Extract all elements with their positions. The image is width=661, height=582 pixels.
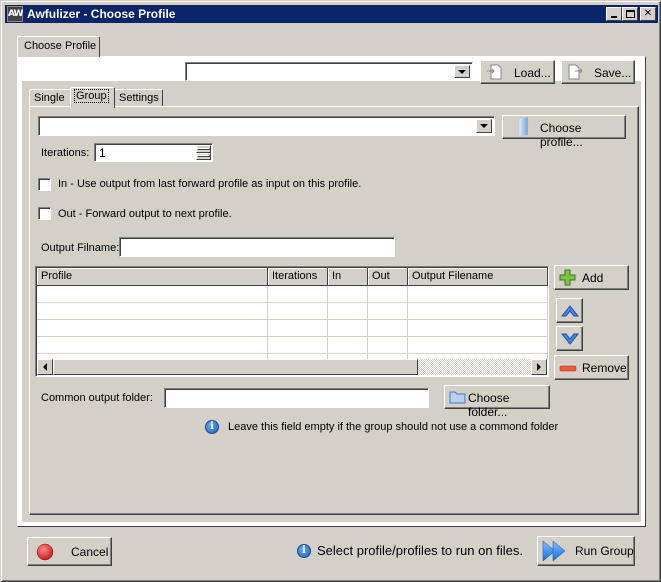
iterations-label: Iterations:	[41, 147, 90, 159]
profile-document-icon	[518, 117, 529, 137]
spin-down-icon	[197, 155, 210, 158]
arrow-down-icon	[560, 333, 579, 345]
tab-choose-profile[interactable]: Choose Profile	[17, 36, 100, 57]
add-button[interactable]: Add	[554, 265, 629, 290]
tab-single-label: Single	[34, 92, 65, 104]
profile-select[interactable]	[185, 62, 473, 81]
window-title: Awfulizer - Choose Profile	[27, 7, 176, 21]
plus-icon	[559, 269, 576, 286]
group-profile-dropdown-button[interactable]	[476, 119, 492, 133]
load-button[interactable]: Load...	[480, 60, 555, 84]
app-logo-icon: AW	[7, 6, 24, 22]
status-message: i Select profile/profiles to run on file…	[297, 543, 523, 558]
run-group-label: Run Group	[575, 544, 634, 558]
common-folder-hint-text: Leave this field empty if the group shou…	[228, 421, 559, 433]
out-checkbox-label: Out - Forward output to next profile.	[58, 208, 232, 220]
iterations-increment-button[interactable]	[196, 145, 211, 153]
tab-group[interactable]: Group	[70, 87, 115, 108]
info-icon: i	[297, 543, 311, 558]
load-label: Load...	[514, 66, 551, 80]
remove-button[interactable]: Remove	[554, 355, 629, 380]
output-filename-label: Output Filname:	[41, 242, 120, 254]
arrow-right-icon	[537, 363, 541, 371]
maximize-icon	[625, 10, 635, 18]
choose-profile-label: Choose profile...	[540, 121, 583, 149]
save-file-icon	[568, 64, 583, 80]
remove-label: Remove	[582, 361, 627, 375]
table-row[interactable]	[37, 320, 548, 337]
out-checkbox[interactable]	[38, 207, 51, 220]
table-row[interactable]	[37, 286, 548, 303]
add-label: Add	[582, 271, 604, 285]
minimize-icon	[611, 16, 617, 18]
fast-forward-icon	[542, 540, 566, 562]
chevron-down-icon	[458, 69, 466, 74]
tab-settings-label: Settings	[119, 92, 159, 104]
dialog-window: AW Awfulizer - Choose Profile ✕ Choose P…	[0, 0, 661, 582]
common-folder-hint: i Leave this field empty if the group sh…	[205, 420, 558, 434]
minus-icon	[559, 365, 577, 372]
common-folder-label: Common output folder:	[41, 392, 153, 404]
folder-icon	[449, 391, 466, 404]
column-header-output-filename[interactable]: Output Filename	[408, 268, 548, 286]
scroll-left-button[interactable]	[37, 359, 53, 375]
column-header-iterations[interactable]: Iterations	[268, 268, 328, 286]
cancel-label: Cancel	[71, 545, 109, 559]
table-row[interactable]	[37, 303, 548, 320]
group-profile-select[interactable]	[38, 116, 495, 136]
choose-folder-button[interactable]: Choose folder...	[444, 385, 550, 419]
in-checkbox[interactable]	[38, 178, 51, 191]
tab-group-label: Group	[74, 89, 109, 103]
chevron-down-icon	[480, 124, 488, 128]
table-row[interactable]	[37, 337, 548, 354]
close-button[interactable]: ✕	[640, 7, 656, 21]
save-button[interactable]: Save...	[561, 60, 635, 84]
status-text: Select profile/profiles to run on files.	[317, 543, 523, 558]
iterations-value: 1	[99, 146, 106, 160]
scrollbar-thumb[interactable]	[53, 359, 418, 375]
scroll-right-button[interactable]	[531, 359, 547, 375]
output-filename-input[interactable]	[119, 237, 395, 257]
arrow-left-icon	[43, 363, 47, 371]
spin-up-icon	[197, 147, 210, 150]
column-header-in[interactable]: In	[328, 268, 368, 286]
minimize-button[interactable]	[606, 7, 622, 21]
column-header-out[interactable]: Out	[368, 268, 408, 286]
title-bar[interactable]: AW Awfulizer - Choose Profile ✕	[5, 5, 658, 23]
load-file-icon	[487, 64, 502, 80]
horizontal-scrollbar[interactable]	[37, 359, 547, 375]
arrow-up-icon	[560, 304, 579, 316]
choose-folder-label: Choose folder...	[468, 391, 510, 419]
close-icon: ✕	[643, 8, 653, 19]
save-label: Save...	[594, 66, 632, 80]
move-up-button[interactable]	[556, 298, 583, 323]
stop-icon	[36, 543, 54, 561]
profile-select-dropdown-button[interactable]	[454, 65, 470, 78]
iterations-stepper[interactable]: 1	[94, 143, 213, 162]
move-down-button[interactable]	[556, 326, 583, 351]
run-group-button[interactable]: Run Group	[537, 536, 635, 566]
table-header: Profile Iterations In Out Output Filenam…	[37, 268, 548, 286]
iterations-decrement-button[interactable]	[196, 152, 211, 160]
column-header-profile[interactable]: Profile	[37, 268, 268, 286]
info-icon: i	[205, 420, 219, 434]
choose-profile-button[interactable]: Choose profile...	[502, 115, 626, 149]
cancel-button[interactable]: Cancel	[27, 537, 112, 566]
common-folder-input[interactable]	[164, 388, 429, 408]
maximize-button[interactable]	[622, 7, 638, 21]
in-checkbox-label: In - Use output from last forward profil…	[58, 178, 362, 190]
profiles-table[interactable]: Profile Iterations In Out Output Filenam…	[35, 266, 549, 377]
